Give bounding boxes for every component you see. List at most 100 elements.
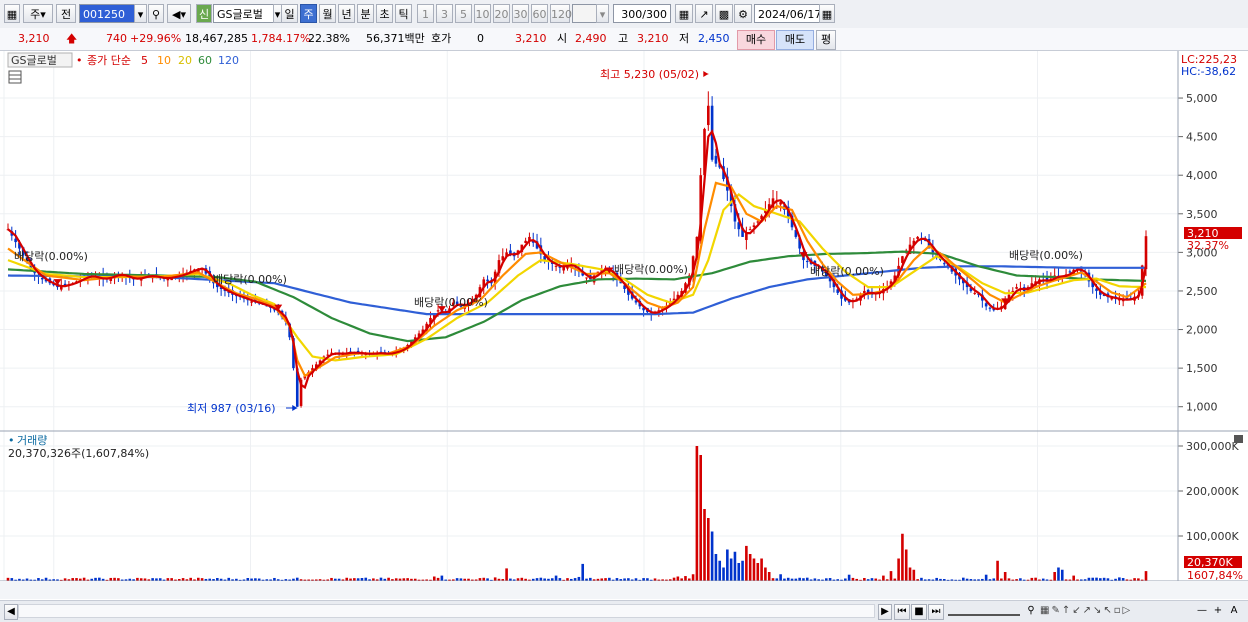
candle-body <box>805 261 809 263</box>
code-input[interactable]: 001250 <box>79 4 135 23</box>
next-icon[interactable]: ⏭ <box>928 604 944 620</box>
stock-name-field[interactable]: GS글로벌 <box>213 4 275 23</box>
volume-bar <box>733 551 737 581</box>
volume-bar <box>1060 569 1064 581</box>
text-icon[interactable]: A <box>1228 604 1240 618</box>
candle-body <box>707 105 710 126</box>
hoga-value: 0 <box>477 32 484 45</box>
change-value: 740 <box>106 32 127 45</box>
price-chart[interactable]: 5,0004,5004,0003,5003,0002,5002,0001,500… <box>0 51 1248 599</box>
current-pct-label: 32.37% <box>1187 239 1229 252</box>
indicator-icon[interactable]: ▦ <box>675 4 693 23</box>
volume-bar <box>440 575 444 581</box>
period-month-button[interactable]: 월 <box>319 4 336 23</box>
buy-button[interactable]: 매수 <box>737 30 775 50</box>
save-icon[interactable]: ▩ <box>715 4 733 23</box>
table-icon[interactable] <box>8 70 22 84</box>
period-year-button[interactable]: 년 <box>338 4 355 23</box>
period-tick-button[interactable]: 틱 <box>395 4 412 23</box>
interval-1-button[interactable]: 1 <box>417 4 434 23</box>
draw-tool-icon[interactable]: ↗ <box>695 4 713 23</box>
interval-20-button[interactable]: 20 <box>493 4 510 23</box>
custom-interval-field[interactable] <box>572 4 598 23</box>
volume-dot: • <box>8 434 15 447</box>
period-second-button[interactable]: 초 <box>376 4 393 23</box>
calendar-icon[interactable]: ▦ <box>819 4 835 23</box>
search-icon[interactable]: ⚲ <box>148 4 164 23</box>
custom-interval-dropdown-icon[interactable]: ▾ <box>596 4 609 23</box>
volume-panel-close-icon[interactable] <box>1234 435 1243 443</box>
turnover-rate: 22.38% <box>308 32 350 45</box>
volume-bar <box>1144 571 1148 581</box>
current-price: 3,210 <box>18 32 50 45</box>
zoom-slider[interactable] <box>948 604 1020 616</box>
open-price: 2,490 <box>575 32 607 45</box>
volume-summary: 20,370,326주(1,607,84%) <box>8 447 149 460</box>
volume-tick-label: 300,000K <box>1186 440 1239 453</box>
volume-bar <box>672 577 676 581</box>
window-menu-icon[interactable]: ▦ <box>4 4 20 23</box>
chart-area[interactable]: 5,000 4,500 4,000 3,500 3,000 2,500 2,000 1,500… <box>0 51 1248 599</box>
volume-value: 18,467,285 <box>185 32 248 45</box>
stop-icon[interactable]: ■ <box>911 604 927 620</box>
candle-body <box>1068 271 1072 273</box>
scroll-track[interactable] <box>18 604 875 618</box>
volume-bar <box>710 531 714 581</box>
volume-bar <box>1095 577 1098 581</box>
date-field[interactable]: 2024/06/17 <box>754 4 821 23</box>
dividend-annotation-5: 배당락(0.00%) <box>810 265 884 278</box>
volume-tick-label: 100,000K <box>1186 530 1239 543</box>
volume-bar <box>432 576 436 581</box>
legend-ma5: 5 <box>141 54 148 67</box>
candle-body <box>40 277 44 280</box>
y-tick-label: 1,000 <box>1186 401 1218 414</box>
settings-gear-icon[interactable]: ⚙ <box>734 4 752 23</box>
volume-bar <box>729 558 733 581</box>
plus-icon[interactable]: + <box>1212 604 1224 618</box>
legend-dot: • <box>76 54 83 67</box>
candle-body <box>988 307 992 309</box>
low-price: 2,450 <box>698 32 730 45</box>
average-button[interactable]: 평 <box>816 30 836 50</box>
interval-60-button[interactable]: 60 <box>531 4 548 23</box>
quote-bar: 3,210 🡅 740 +29.96% 18,467,285 1,784.17%… <box>0 28 1248 51</box>
hoga-label: 호가 <box>431 32 452 45</box>
trade-amount: 56,371백만 <box>366 32 425 45</box>
period-type-select[interactable]: 주▾ <box>23 4 53 23</box>
interval-3-button[interactable]: 3 <box>436 4 453 23</box>
count-field[interactable]: 300/300 <box>613 4 671 23</box>
interval-30-button[interactable]: 30 <box>512 4 529 23</box>
volume-bar <box>1118 577 1121 581</box>
prev-button[interactable]: 전 <box>56 4 76 23</box>
period-day-button[interactable]: 일 <box>281 4 298 23</box>
interval-120-button[interactable]: 120 <box>550 4 572 23</box>
volume-bar <box>764 567 767 581</box>
period-type-label: 주 <box>30 8 41 21</box>
sell-button[interactable]: 매도 <box>776 30 814 50</box>
minus-icon[interactable]: — <box>1196 604 1208 618</box>
code-dropdown-icon[interactable]: ▾ <box>134 4 147 23</box>
volume-bar <box>901 533 904 581</box>
zoom-icon[interactable]: ⚲ <box>1024 604 1038 618</box>
period-minute-button[interactable]: 분 <box>357 4 374 23</box>
period-week-button[interactable]: 주 <box>300 4 317 23</box>
speaker-icon[interactable]: ◀▾ <box>167 4 191 23</box>
tools-icon[interactable]: ▦✎↑↙↗↘↖▫▷ <box>1040 604 1190 618</box>
volume-bar <box>714 554 718 581</box>
date-axis-background <box>0 581 1248 599</box>
volume-bar <box>379 577 383 581</box>
prev-icon[interactable]: ⏮ <box>894 604 910 620</box>
candle-body <box>714 155 718 164</box>
legend-stock-name: GS글로벌 <box>11 54 57 67</box>
hc-label: HC:-38,62 <box>1181 65 1236 78</box>
legend-label: 종가 단순 <box>87 54 131 67</box>
scroll-right-icon[interactable]: ▶ <box>878 604 892 620</box>
y-tick-label: 5,000 <box>1186 92 1218 105</box>
interval-5-button[interactable]: 5 <box>455 4 472 23</box>
y-tick-label: 3,500 <box>1186 208 1218 221</box>
open-label: 시 <box>557 32 568 45</box>
interval-10-button[interactable]: 10 <box>474 4 491 23</box>
count-value: 300 <box>621 8 643 21</box>
y-tick-label: 2,000 <box>1186 324 1218 337</box>
scroll-left-icon[interactable]: ◀ <box>4 604 18 620</box>
